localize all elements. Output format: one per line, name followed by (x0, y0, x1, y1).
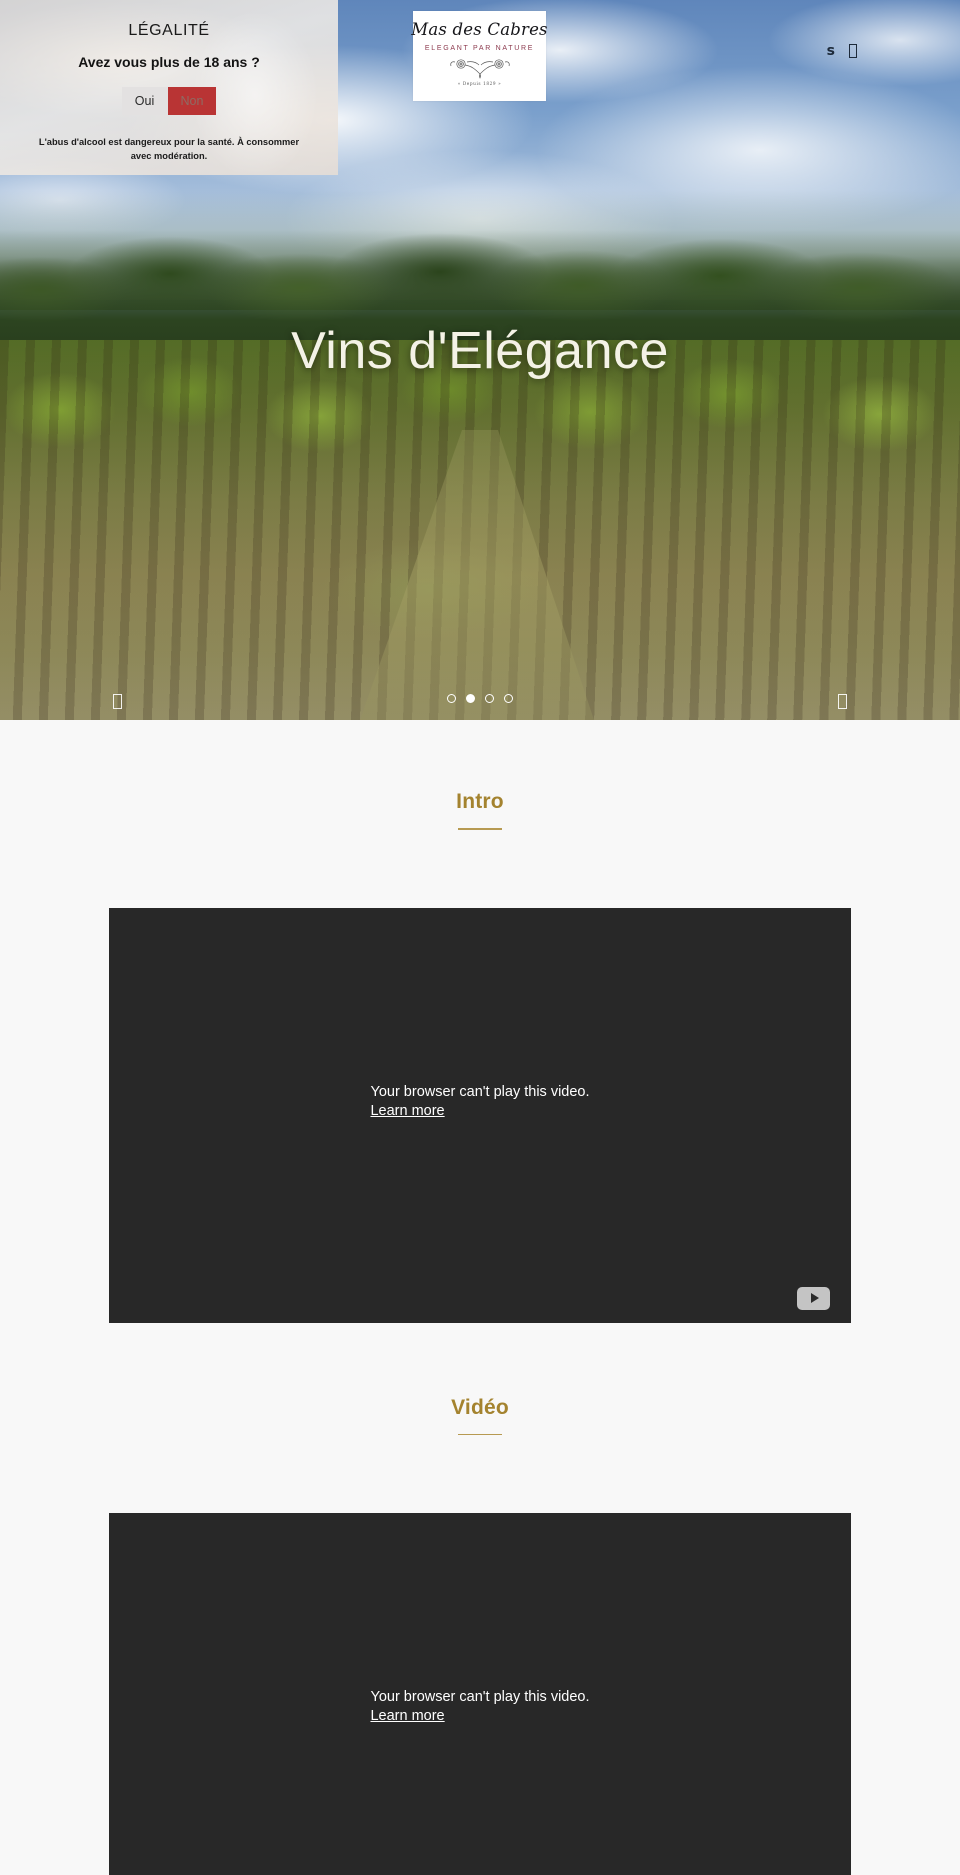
hero-title: Vins d'Elégance (291, 322, 669, 380)
intro-video-learn-more-link[interactable]: Learn more (370, 1102, 444, 1121)
page-root: Mas des Cabres ELEGANT PAR NATURE « Depu… (0, 0, 960, 1875)
intro-section-header: Intro (0, 720, 960, 830)
video-message: Your browser can't play this video. (370, 1689, 590, 1705)
carousel-dot-3[interactable] (485, 694, 494, 703)
video-section-title: Vidéo (451, 1395, 509, 1419)
logo-tagline: ELEGANT PAR NATURE (424, 44, 535, 52)
header-icons: s (827, 44, 857, 58)
hero-carousel: Mas des Cabres ELEGANT PAR NATURE « Depu… (0, 0, 960, 720)
youtube-play-icon[interactable] (797, 1286, 830, 1310)
video-message-block: Your browser can't play this video. Lear… (370, 1688, 589, 1726)
carousel-dot-2[interactable] (466, 694, 475, 703)
video-section-divider (458, 1433, 502, 1435)
intro-video-message: Your browser can't play this video. (370, 1083, 590, 1100)
menu-icon[interactable] (849, 44, 857, 58)
intro-video-message-block: Your browser can't play this video. Lear… (370, 1083, 589, 1121)
age-gate-no-button[interactable]: Non (167, 87, 217, 115)
age-gate-buttons: Oui Non (121, 87, 217, 115)
logo-name: Mas des Cabres (411, 20, 548, 39)
section-intro: Intro Your browser can't play this video… (0, 720, 960, 1323)
carousel-dot-4[interactable] (504, 694, 513, 703)
video-learn-more-link[interactable]: Learn more (370, 1707, 444, 1726)
carousel-dots (0, 694, 960, 703)
age-gate-yes-button[interactable]: Oui (121, 87, 168, 115)
site-logo[interactable]: Mas des Cabres ELEGANT PAR NATURE « Depu… (411, 11, 548, 101)
age-gate-question: Avez vous plus de 18 ans ? (78, 54, 260, 70)
age-gate-title: LÉGALITÉ (128, 22, 210, 39)
logo-since: « Depuis 1829 » (457, 80, 502, 86)
video-section-header: Vidéo (0, 1323, 960, 1435)
age-verification-modal: LÉGALITÉ Avez vous plus de 18 ans ? Oui … (0, 0, 338, 175)
carousel-dot-1[interactable] (447, 694, 456, 703)
main-content: Intro Your browser can't play this video… (0, 720, 960, 1875)
age-gate-warning: L'abus d'alcool est dangereux pour la sa… (38, 137, 300, 162)
intro-section-title: Intro (456, 790, 504, 813)
floral-ornament-icon (449, 58, 510, 79)
section-video: Vidéo Your browser can't play this video… (0, 1323, 960, 1875)
video-player[interactable]: Your browser can't play this video. Lear… (109, 1513, 851, 1875)
intro-section-divider (458, 828, 502, 830)
intro-video-player[interactable]: Your browser can't play this video. Lear… (109, 907, 851, 1323)
search-icon[interactable]: s (827, 44, 835, 58)
